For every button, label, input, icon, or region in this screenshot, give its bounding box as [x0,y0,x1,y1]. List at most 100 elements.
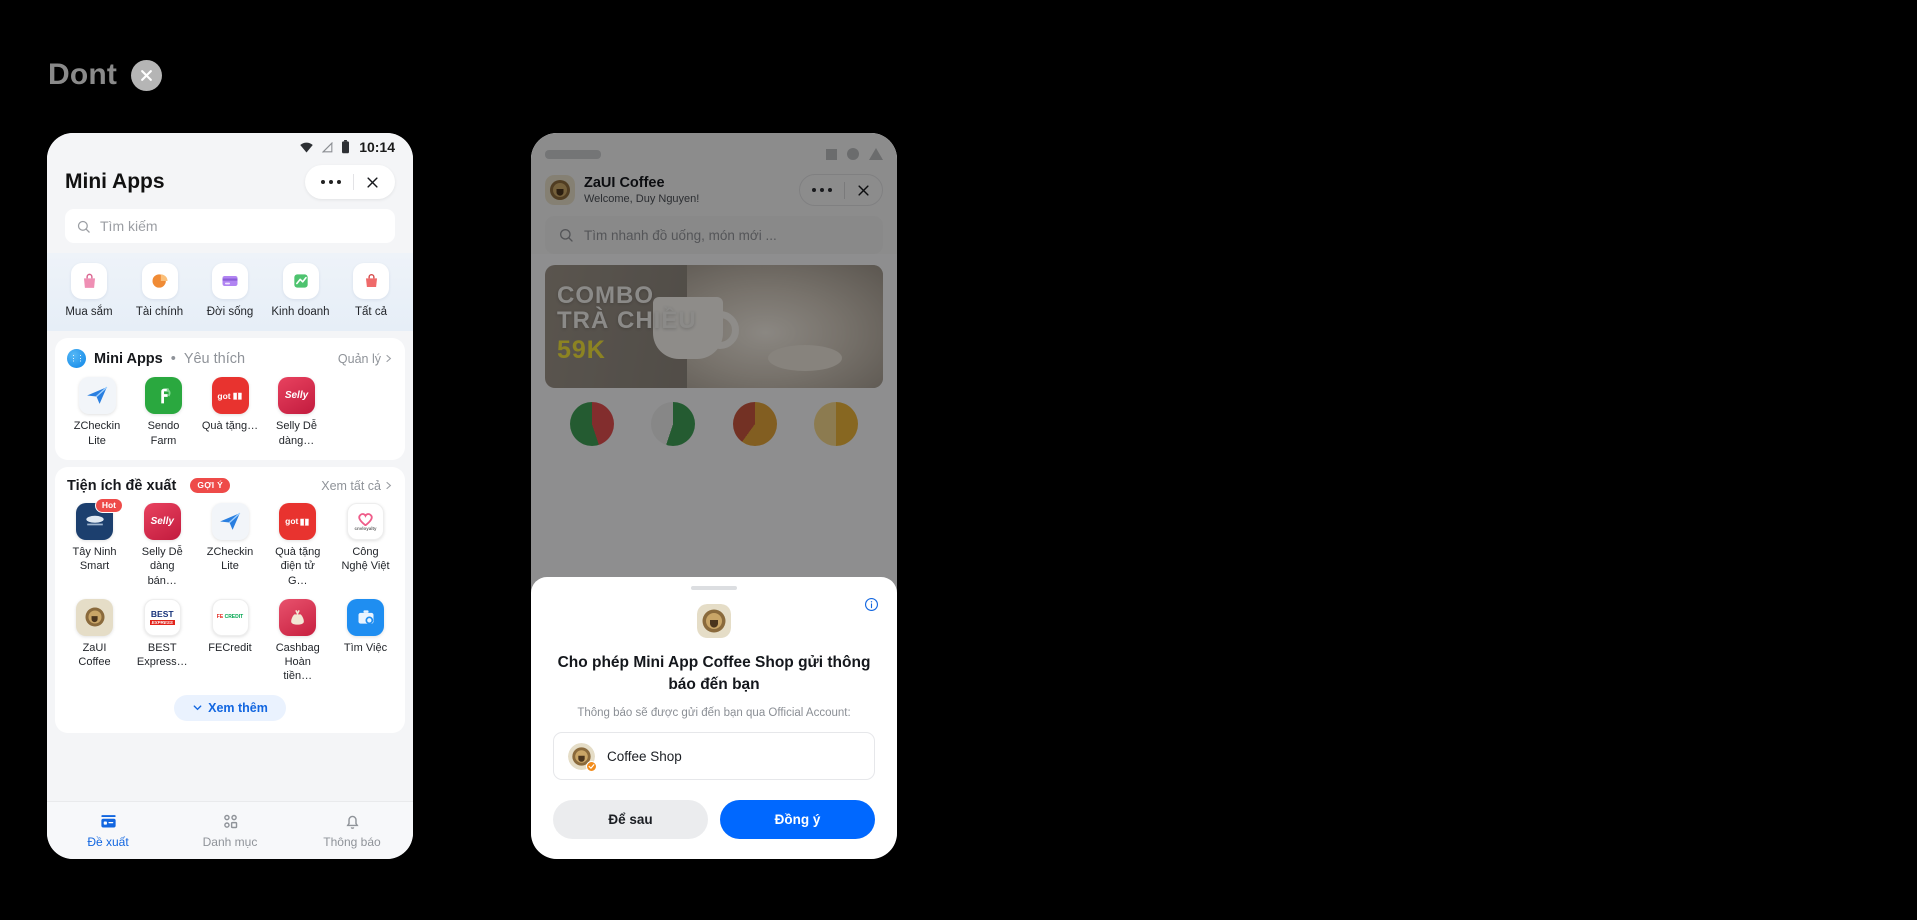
fecredit-icon: FE CREDIT [211,598,249,636]
category-item-doi-song[interactable]: Đời sống [200,263,260,319]
app-label: Quà tặng… [201,420,259,433]
app-item-qua-tang[interactable]: got Quà tặng… [200,377,260,448]
cashbag-icon [279,598,317,636]
category-label: Mua sắm [65,306,113,318]
sheet-actions: Để sau Đồng ý [553,800,875,839]
favorites-app-row: ZCheckin Lite Sendo Farm got Quà tặng… S… [67,377,393,448]
app-item-cashbag[interactable]: Cashbag Hoàn tiền… [270,598,325,684]
app-item-zcheckin-lite-2[interactable]: ZCheckin Lite [203,502,258,588]
app-item-cong-nghe-viet[interactable]: cnvloyalty Công Nghệ Việt [338,502,393,588]
category-label: Tài chính [135,306,184,318]
permission-bottom-sheet: Cho phép Mini App Coffee Shop gửi thông … [531,577,897,859]
app-item-sendo-farm[interactable]: Sendo Farm [134,377,194,448]
app-label: BEST Express… [136,641,188,669]
chart-up-icon [282,263,319,299]
accept-button[interactable]: Đồng ý [720,800,875,839]
suggested-row-1: Hot Tây Ninh Smart Selly Selly Dễ dàng b… [67,497,393,588]
app-label: Quà tặng điện tử G… [275,545,321,587]
app-label: Tìm Việc [343,641,388,654]
search-container: Tìm kiếm [47,209,413,253]
app-item-selly-de-dang-ban[interactable]: Selly Selly Dễ dàng bán… [135,502,190,588]
favorites-manage-label: Quản lý [337,351,381,366]
search-input[interactable]: Tìm kiếm [65,209,395,243]
official-account-row[interactable]: Coffee Shop [553,732,875,780]
app-label: ZaUI Coffee [78,641,111,669]
close-circle-icon [131,59,163,91]
best-express-icon: BEST EXPRESS [143,598,181,636]
zcheckin-icon [211,502,249,540]
suggested-row-2: ZaUI Coffee BEST EXPRESS BEST Express… F… [67,598,393,684]
gift-icon: got [279,502,317,540]
bell-icon [345,815,359,829]
app-item-zcheckin-lite[interactable]: ZCheckin Lite [67,377,127,448]
nav-item-thong-bao[interactable]: Thông báo [291,812,413,849]
search-placeholder: Tìm kiếm [100,218,158,234]
app-item-tay-ninh-smart[interactable]: Hot Tây Ninh Smart [67,497,123,588]
app-item-fecredit[interactable]: FE CREDIT FECredit [203,598,258,684]
app-item-best-express[interactable]: BEST EXPRESS BEST Express… [135,598,190,684]
wifi-icon [300,142,313,152]
app-label: Cashbag Hoàn tiền… [275,641,320,683]
annotation-dont: Dont [48,58,163,92]
grid-all-icon [353,263,389,299]
app-label: Sendo Farm [147,420,180,447]
favorites-manage-link[interactable]: Quản lý [338,352,393,366]
suggested-header: Tiện ích đề xuất GỢI Ý Xem tất cả [67,478,393,494]
category-label: Tất cả [355,306,387,318]
more-dots-icon[interactable] [309,180,353,184]
sendo-farm-icon [145,377,182,415]
nav-item-de-xuat[interactable]: Đề xuất [47,812,169,849]
avatar [568,742,597,772]
category-label: Đời sống [206,306,254,318]
see-more-button[interactable]: Xem thêm [174,694,286,721]
close-icon[interactable] [354,175,391,190]
bottom-navigation: Đề xuất Danh mục Thông báo [47,801,413,859]
status-bar: 10:14 [47,133,413,161]
search-icon [77,220,90,233]
app-label: Selly Dễ dàng… [276,420,317,447]
favorites-separator: • [170,350,176,367]
battery-icon [342,140,350,154]
selly-icon: Selly [143,502,181,540]
app-label: Selly Dễ dàng bán… [141,545,183,587]
suggested-see-all-label: Xem tất cả [321,478,381,493]
suggested-title: Tiện ích đề xuất [67,477,177,494]
category-icon [223,814,237,829]
nav-item-danh-muc[interactable]: Danh mục [169,812,291,849]
phone-left-mini-apps: 10:14 Mini Apps Tìm kiếm Mua sắm Tài chí… [47,133,413,859]
sheet-title: Cho phép Mini App Coffee Shop gửi thông … [557,654,871,693]
category-label: Kinh doanh [271,306,330,318]
favorites-header: ⋮⋮ Mini Apps • Yêu thích Quản lý [67,349,393,369]
card-icon [212,263,248,299]
category-item-tat-ca[interactable]: Tất cả [341,263,401,319]
suggested-see-all-link[interactable]: Xem tất cả [321,479,393,493]
tim-viec-icon [347,598,384,636]
category-item-mua-sam[interactable]: Mua sắm [59,263,119,319]
app-item-zaui-coffee[interactable]: ZaUI Coffee [67,598,122,684]
sheet-grabber[interactable] [691,586,737,590]
page-title: Mini Apps [65,170,165,193]
app-label: ZCheckin Lite [206,545,254,573]
cnvloyalty-icon: cnvloyalty [347,502,384,540]
mini-apps-header: Mini Apps [47,161,413,209]
official-account-name: Coffee Shop [607,748,682,764]
favorites-subtitle: Yêu thích [183,350,246,367]
later-button[interactable]: Để sau [553,800,708,839]
hot-badge: Hot [94,497,123,514]
info-icon[interactable] [864,597,879,617]
zcheckin-icon [78,377,116,415]
app-item-tim-viec[interactable]: Tìm Việc [338,598,393,684]
signal-off-icon [322,141,333,153]
app-item-qua-tang-dien-tu[interactable]: got Quà tặng điện tử G… [270,502,325,588]
phone-right-zaui-coffee: ZaUI Coffee Welcome, Duy Nguyen! Tìm nha… [531,133,897,859]
category-item-tai-chinh[interactable]: Tài chính [130,263,190,319]
suggested-badge: GỢI Ý [190,478,231,494]
app-label: ZCheckin Lite [73,420,121,447]
annotation-label: Dont [48,58,118,91]
category-item-kinh-doanh[interactable]: Kinh doanh [271,263,331,319]
coffee-shop-icon [697,604,731,638]
nav-label: Danh mục [202,835,258,849]
app-item-selly[interactable]: Selly Selly Dễ dàng… [267,377,327,448]
mini-apps-icon: ⋮⋮ [67,349,86,369]
app-label: Tây Ninh Smart [72,545,117,573]
